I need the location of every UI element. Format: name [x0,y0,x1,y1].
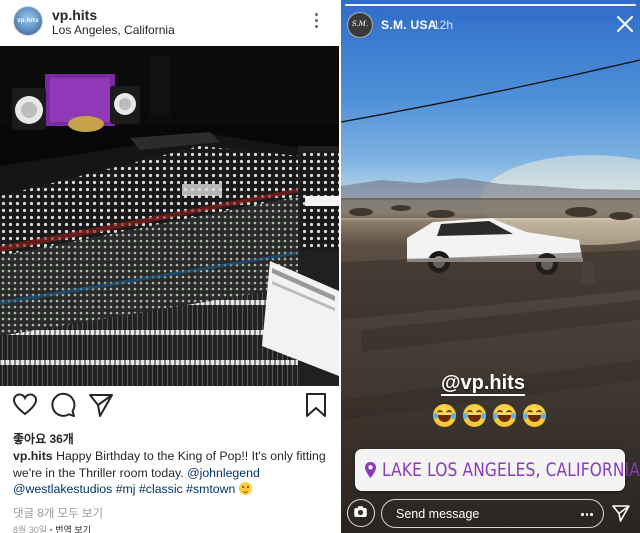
post-caption: vp.hits Happy Birthday to the King of Po… [13,448,331,498]
more-icon[interactable] [312,11,322,31]
camera-button[interactable] [347,499,375,527]
tears-of-joy-emoji [433,404,456,427]
comment-icon[interactable] [50,392,76,418]
hashtag-link[interactable]: #smtown [186,482,235,496]
location-pin-icon [365,462,376,478]
caption-text: Happy Birthday to the King of Pop!! It's… [13,449,326,480]
close-icon[interactable] [617,16,633,32]
smiling-face-emoji [238,482,252,495]
more-icon[interactable] [581,513,593,516]
hashtag-link[interactable]: #classic [139,482,183,496]
hashtag-link[interactable]: #mj [116,482,136,496]
post-date-text: 8월 30일 [13,525,48,533]
heart-icon[interactable] [12,392,38,418]
avatar-label: vp.hits [17,18,39,24]
location-sticker[interactable]: LAKE LOS ANGELES, CALIFORNIA [355,449,640,491]
date-separator: • [49,525,53,533]
story-progress-bar [345,4,636,6]
tears-of-joy-emoji [463,404,486,427]
like-count[interactable]: 좋아요 36개 [13,430,74,447]
send-message-input[interactable]: Send message [381,499,604,528]
camera-icon [354,506,367,517]
send-icon[interactable] [612,504,630,522]
bookmark-icon[interactable] [303,392,329,418]
post-action-bar [0,392,339,422]
post-photo[interactable] [0,46,339,386]
tag-link[interactable]: @johnlegend [187,466,260,480]
story-username[interactable]: S.M. USA [381,18,437,32]
view-all-comments-link[interactable]: 댓글 8개 모두 보기 [13,505,103,521]
instagram-story[interactable]: S.M. S.M. USA 12h @vp.hits LAKE LOS ANGE… [341,0,640,533]
post-header: vp.hits vp.hits Los Angeles, California [0,0,339,46]
mention-sticker[interactable]: @vp.hits [441,372,525,396]
see-translation-link[interactable]: 번역 보기 [55,525,91,533]
avatar[interactable]: S.M. [347,12,373,38]
post-username[interactable]: vp.hits [52,7,97,23]
instagram-post: vp.hits vp.hits Los Angeles, California [0,0,339,533]
send-message-placeholder: Send message [396,507,480,521]
avatar[interactable]: vp.hits [13,6,43,36]
location-sticker-label: LAKE LOS ANGELES, CALIFORNIA [382,459,640,481]
tag-link[interactable]: @westlakestudios [13,482,112,496]
post-date: 8월 30일 • 번역 보기 [13,523,91,533]
caption-username[interactable]: vp.hits [13,449,53,463]
mixing-console-photo [0,46,339,386]
tears-of-joy-emoji [493,404,516,427]
story-avatar-label: S.M. [351,20,369,28]
send-icon[interactable] [88,392,114,418]
tears-of-joy-emoji [523,404,546,427]
post-location[interactable]: Los Angeles, California [52,23,175,37]
story-timestamp: 12h [433,18,454,32]
